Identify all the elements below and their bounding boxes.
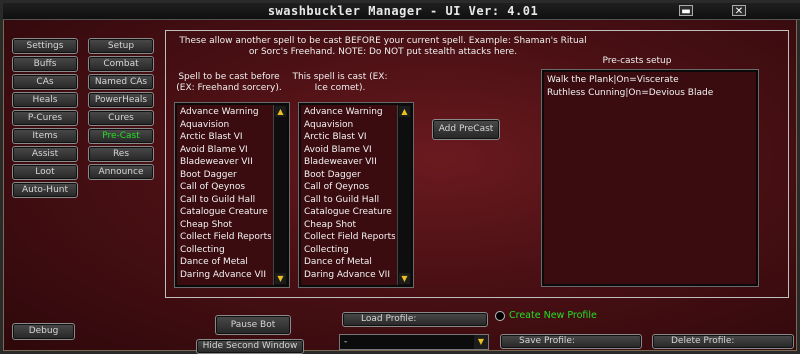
tab-assist[interactable]: Assist [12, 146, 78, 162]
spell-before-list[interactable]: Advance Warning Aquavision Arctic Blast VI… [174, 102, 290, 288]
spell-cast-list[interactable]: Advance Warning Aquavision Arctic Blast VI… [298, 102, 414, 288]
pause-bot-button[interactable]: Pause Bot [215, 315, 291, 335]
tab-res[interactable]: Res [88, 146, 154, 162]
tab-settings[interactable]: Settings [12, 38, 78, 54]
tab-auto-hunt[interactable]: Auto-Hunt [12, 182, 78, 198]
tab-p-cures[interactable]: P-Cures [12, 110, 78, 126]
setup-list-item[interactable]: Walk the Plank|On=Viscerate [547, 74, 753, 87]
add-precast-button[interactable]: Add PreCast [432, 119, 500, 140]
precast-setup-items: Walk the Plank|On=Viscerate Ruthless Cunn… [547, 74, 753, 284]
tab-items[interactable]: Items [12, 128, 78, 144]
list-item[interactable]: Collect Field Reports [180, 231, 271, 244]
precast-description: These allow another spell to be cast BEF… [179, 36, 587, 57]
precast-setup-header: Pre-casts setup [602, 56, 672, 66]
hide-second-window-button[interactable]: Hide Second Window [196, 339, 304, 354]
setup-list-item[interactable]: Ruthless Cunning|On=Devious Blade [547, 87, 753, 100]
tab-buffs[interactable]: Buffs [12, 56, 78, 72]
list2-header: This spell is cast (EX: Ice comet). [292, 72, 388, 93]
list-item[interactable]: Daring Advance VII [304, 269, 395, 282]
tab-cures[interactable]: Cures [88, 110, 154, 126]
tab-pre-cast[interactable]: Pre-Cast [88, 128, 154, 144]
list-item[interactable]: Cheap Shot [304, 219, 395, 232]
spell-before-items: Advance Warning Aquavision Arctic Blast VI… [180, 106, 271, 285]
list-item[interactable]: Call to Guild Hall [304, 194, 395, 207]
list-item[interactable]: Call to Guild Hall [180, 194, 271, 207]
create-new-profile-label: Create New Profile [509, 310, 597, 321]
chevron-down-icon[interactable]: ▼ [474, 335, 488, 349]
tab-setup[interactable]: Setup [88, 38, 154, 54]
window: swashbuckler Manager - UI Ver: 4.01 ▬ ✕ … [0, 0, 800, 354]
create-profile-radio[interactable] [495, 311, 505, 321]
scroll-down-icon[interactable]: ▼ [399, 273, 410, 284]
minimize-icon[interactable]: ▬ [679, 5, 693, 17]
spell-cast-scrollbar[interactable]: ▲ ▼ [397, 105, 411, 285]
delete-profile-button[interactable]: Delete Profile: [652, 334, 794, 349]
list-item[interactable]: Call of Qeynos [304, 181, 395, 194]
tab-announce[interactable]: Announce [88, 164, 154, 180]
profile-select-value: - [344, 337, 348, 347]
list-item[interactable]: Catalogue Creature [304, 206, 395, 219]
scroll-up-icon[interactable]: ▲ [399, 106, 410, 117]
list-item[interactable]: Dance of Metal [180, 256, 271, 269]
scroll-up-icon[interactable]: ▲ [275, 106, 286, 117]
load-profile-button[interactable]: Load Profile: [342, 312, 488, 327]
list-item[interactable]: Catalogue Creature [180, 206, 271, 219]
list-item[interactable]: Boot Dagger [180, 169, 271, 182]
title-bar[interactable]: swashbuckler Manager - UI Ver: 4.01 ▬ ✕ [3, 3, 800, 20]
scroll-down-icon[interactable]: ▼ [275, 273, 286, 284]
list-item[interactable]: Avoid Blame VI [180, 144, 271, 157]
list-item[interactable]: Boot Dagger [304, 169, 395, 182]
list-item[interactable]: Daring Advance VII [180, 269, 271, 282]
profile-select[interactable]: - ▼ [339, 334, 489, 350]
list-item[interactable]: Collect Field Reports [304, 231, 395, 244]
list-item[interactable]: Bladeweaver VII [180, 156, 271, 169]
list-item[interactable]: Avoid Blame VI [304, 144, 395, 157]
list-item[interactable]: Aquavision [304, 119, 395, 132]
precast-panel: These allow another spell to be cast BEF… [165, 30, 789, 298]
list-item[interactable]: Bladeweaver VII [304, 156, 395, 169]
list-item[interactable]: Advance Warning [180, 106, 271, 119]
tab-loot[interactable]: Loot [12, 164, 78, 180]
list-item[interactable]: Dance of Metal [304, 256, 395, 269]
list-item[interactable]: Advance Warning [304, 106, 395, 119]
list-item[interactable]: Arctic Blast VI [304, 131, 395, 144]
list-item[interactable]: Aquavision [180, 119, 271, 132]
precast-setup-list[interactable]: Walk the Plank|On=Viscerate Ruthless Cunn… [541, 69, 759, 287]
save-profile-button[interactable]: Save Profile: [500, 334, 642, 349]
list1-header: Spell to be cast before (EX: Freehand so… [176, 72, 282, 93]
tab-heals[interactable]: Heals [12, 92, 78, 108]
debug-button[interactable]: Debug [12, 323, 75, 340]
list-item[interactable]: Collecting [304, 244, 395, 257]
spell-cast-items: Advance Warning Aquavision Arctic Blast VI… [304, 106, 395, 285]
tab-cas[interactable]: CAs [12, 74, 78, 90]
tab-named-cas[interactable]: Named CAs [88, 74, 154, 90]
close-icon[interactable]: ✕ [732, 5, 746, 17]
tab-combat[interactable]: Combat [88, 56, 154, 72]
list-item[interactable]: Cheap Shot [180, 219, 271, 232]
tab-powerheals[interactable]: PowerHeals [88, 92, 154, 108]
list-item[interactable]: Collecting [180, 244, 271, 257]
list-item[interactable]: Call of Qeynos [180, 181, 271, 194]
list-item[interactable]: Arctic Blast VI [180, 131, 271, 144]
spell-before-scrollbar[interactable]: ▲ ▼ [273, 105, 287, 285]
